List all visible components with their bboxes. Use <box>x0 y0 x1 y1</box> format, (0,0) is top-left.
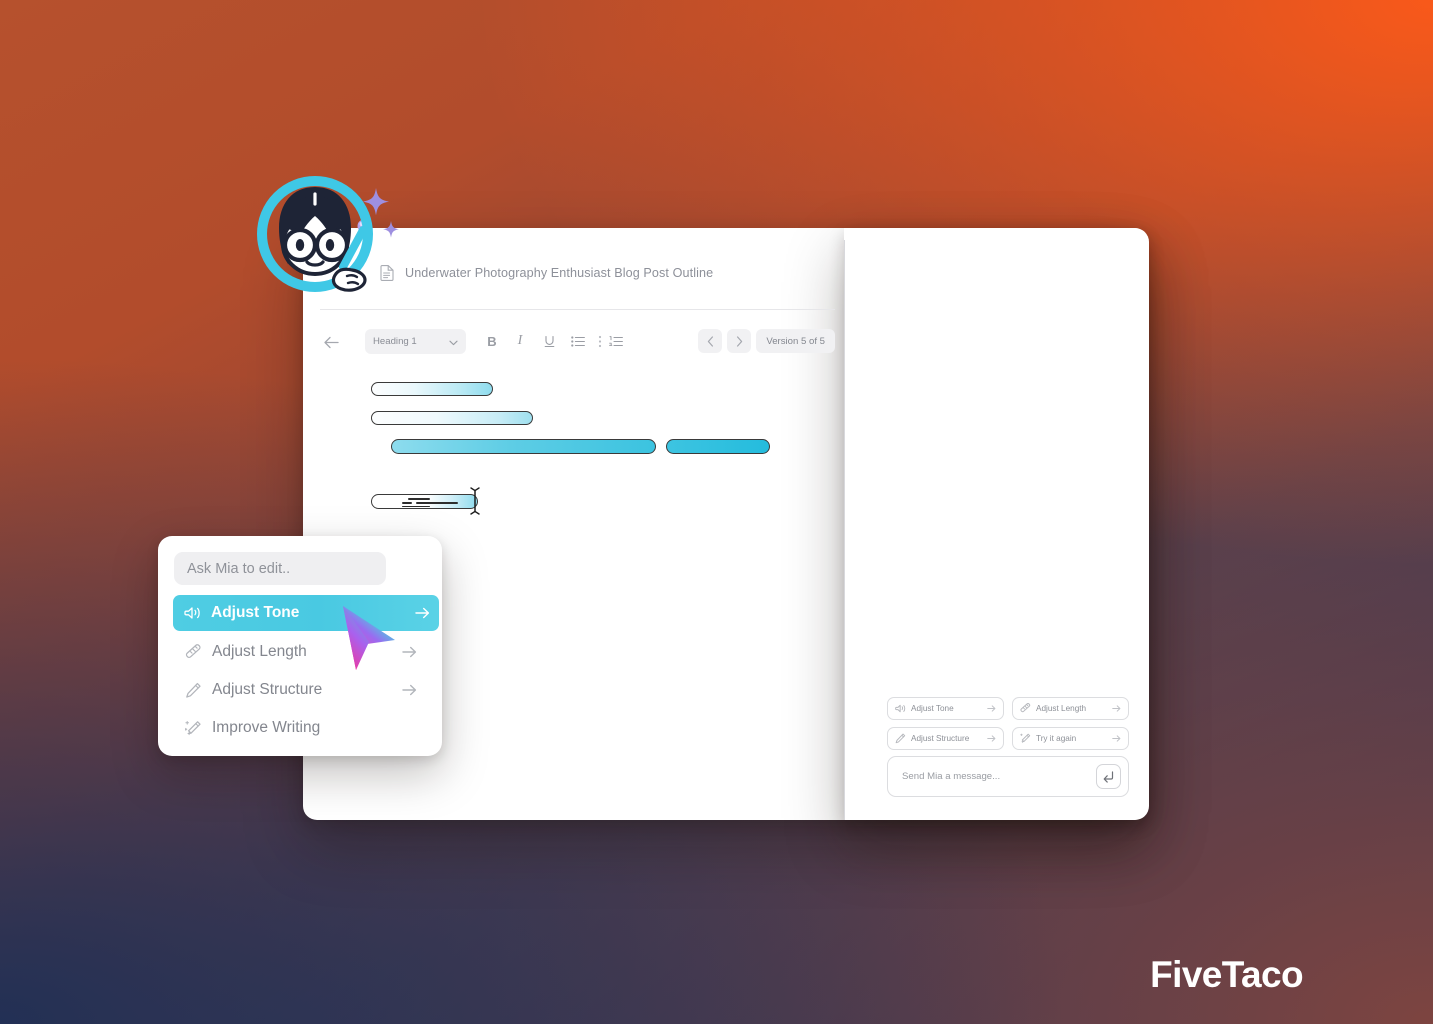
menu-item-label: Adjust Length <box>212 643 307 660</box>
next-version-button[interactable] <box>727 329 752 353</box>
content-placeholder-bar <box>371 382 493 396</box>
arrow-right-icon <box>402 646 417 658</box>
content-placeholder-bar-selected <box>371 494 478 509</box>
ask-mia-input[interactable] <box>174 552 386 585</box>
previous-version-button[interactable] <box>698 329 723 353</box>
mia-avatar <box>255 172 400 304</box>
menu-item-adjust-length[interactable]: Adjust Length <box>174 635 426 669</box>
editor-toolbar: Heading 1 B I Version 5 of 5 <box>320 329 835 354</box>
bold-button[interactable]: B <box>482 331 502 351</box>
document-title-row: Underwater Photography Enthusiast Blog P… <box>380 264 713 281</box>
panel-divider <box>844 240 845 820</box>
numbered-list-button[interactable] <box>606 331 626 351</box>
pen-icon <box>895 733 906 744</box>
arrow-right-icon <box>987 735 996 742</box>
heading-style-select[interactable]: Heading 1 <box>365 329 466 354</box>
content-placeholder-bar <box>371 411 533 425</box>
arrow-right-icon <box>1112 735 1121 742</box>
ruler-icon <box>1020 703 1031 714</box>
brand-logo: FiveTaco <box>1150 954 1303 995</box>
text-ibeam-cursor <box>468 487 482 515</box>
document-title: Underwater Photography Enthusiast Blog P… <box>405 265 714 280</box>
chip-label: Try it again <box>1036 734 1077 743</box>
menu-item-label: Adjust Tone <box>211 604 300 621</box>
content-placeholder-bar-highlighted <box>666 439 770 454</box>
magic-wand-icon <box>183 718 203 738</box>
arrow-right-icon <box>987 705 996 712</box>
pen-icon <box>183 680 203 700</box>
menu-item-label: Adjust Structure <box>212 681 323 698</box>
bullet-list-button[interactable] <box>568 331 588 351</box>
arrow-right-icon <box>415 607 430 619</box>
chip-try-it-again[interactable]: Try it again <box>1012 727 1129 750</box>
chip-label: Adjust Structure <box>911 734 970 743</box>
tone-speaker-icon <box>182 603 202 623</box>
menu-item-improve-writing[interactable]: Improve Writing <box>174 711 426 745</box>
content-placeholder-bar-highlighted <box>391 439 656 454</box>
version-indicator: Version 5 of 5 <box>756 329 835 353</box>
ruler-icon <box>183 642 203 662</box>
edit-actions-menu: Adjust Tone Adjust Length Adjust Structu… <box>173 595 439 745</box>
arrow-right-icon <box>402 684 417 696</box>
chat-suggestion-chips: Adjust Tone Adjust Length Adjust Structu… <box>887 697 1129 750</box>
send-message-button[interactable] <box>1096 764 1121 789</box>
chip-label: Adjust Tone <box>911 704 954 713</box>
tone-speaker-icon <box>895 703 906 714</box>
heading-style-value: Heading 1 <box>373 336 417 347</box>
arrow-right-icon <box>1112 705 1121 712</box>
title-divider <box>320 309 835 310</box>
chat-message-input[interactable] <box>902 771 1096 782</box>
chevron-down-icon <box>449 333 458 351</box>
chip-label: Adjust Length <box>1036 704 1087 713</box>
menu-item-label: Improve Writing <box>212 719 321 736</box>
chat-input-box <box>887 756 1129 797</box>
italic-button[interactable]: I <box>510 331 530 351</box>
menu-item-adjust-tone[interactable]: Adjust Tone <box>173 595 439 631</box>
ask-mia-context-menu: Adjust Tone Adjust Length <box>158 536 442 756</box>
chip-adjust-tone[interactable]: Adjust Tone <box>887 697 1004 720</box>
magic-wand-icon <box>1020 733 1031 744</box>
underline-button[interactable] <box>539 331 559 351</box>
back-arrow-icon[interactable] <box>320 331 342 353</box>
menu-item-adjust-structure[interactable]: Adjust Structure <box>174 673 426 707</box>
chip-adjust-length[interactable]: Adjust Length <box>1012 697 1129 720</box>
screenshot-canvas: Underwater Photography Enthusiast Blog P… <box>0 0 1433 1024</box>
version-navigation: Version 5 of 5 <box>698 329 835 353</box>
chip-adjust-structure[interactable]: Adjust Structure <box>887 727 1004 750</box>
